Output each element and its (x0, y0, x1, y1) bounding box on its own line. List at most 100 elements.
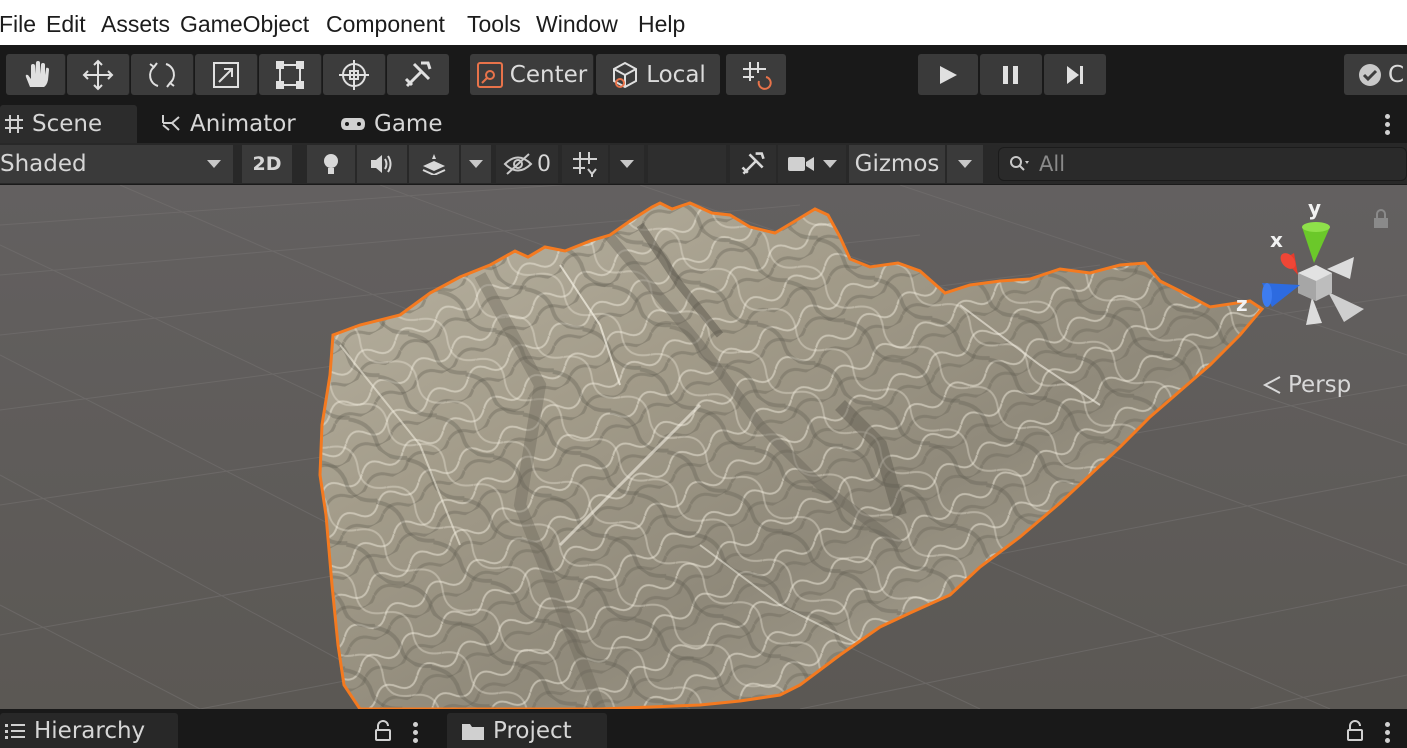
custom-tool-button[interactable] (387, 54, 449, 95)
rect-transform-icon (276, 60, 304, 89)
effects-toggle[interactable] (409, 145, 459, 183)
chevron-down-icon (958, 160, 972, 168)
list-icon (5, 723, 25, 739)
lighting-toggle[interactable] (307, 145, 355, 183)
hidden-count: 0 (537, 151, 551, 177)
camera-icon (788, 157, 814, 171)
scene-view-toolbar: Shaded 2D 0 Gizmos (0, 143, 1407, 185)
play-button[interactable] (918, 54, 978, 95)
pause-button[interactable] (980, 54, 1042, 95)
gizmo-z-label: z (1236, 292, 1248, 316)
tab-game[interactable]: Game (340, 105, 442, 143)
transform-tool-button[interactable] (323, 54, 386, 95)
menu-file[interactable]: File (0, 11, 36, 38)
effects-layers-icon (422, 154, 446, 175)
menu-bar: File Edit Assets GameObject Component To… (0, 0, 1407, 45)
menu-window[interactable]: Window (536, 11, 618, 38)
speaker-icon (371, 155, 392, 173)
rotate-tool-button[interactable] (131, 54, 194, 95)
chevron-down-icon (207, 160, 221, 168)
grid-snap-button[interactable] (726, 54, 786, 95)
step-button[interactable] (1044, 54, 1106, 95)
effects-dropdown[interactable] (461, 145, 491, 183)
two-d-label: 2D (252, 153, 282, 175)
menu-help[interactable]: Help (638, 11, 685, 38)
tools-icon (404, 61, 432, 87)
scale-tool-button[interactable] (195, 54, 258, 95)
pivot-center-icon (476, 61, 503, 88)
scene-toolbar-spacer (648, 145, 726, 183)
pause-icon (1003, 65, 1018, 84)
tab-animator[interactable]: Animator (160, 105, 296, 143)
gizmo-neg-y-cone[interactable] (1306, 297, 1322, 325)
account-button[interactable]: C (1344, 54, 1407, 95)
menu-gameobject[interactable]: GameObject (180, 11, 309, 38)
grid-toggle[interactable] (562, 145, 608, 183)
hierarchy-menu-icon[interactable] (413, 722, 419, 746)
tab-scene[interactable]: Scene (0, 105, 137, 143)
project-menu-icon[interactable] (1385, 722, 1391, 746)
scene-render (0, 185, 1407, 709)
tab-hierarchy[interactable]: Hierarchy (0, 713, 178, 748)
search-input[interactable] (1039, 152, 1369, 176)
account-initial: C (1388, 61, 1405, 88)
rect-tool-button[interactable] (259, 54, 322, 95)
audio-toggle[interactable] (357, 145, 407, 183)
main-toolbar: Center Local C (0, 45, 1407, 105)
hand-icon (25, 60, 49, 87)
lightbulb-icon (324, 154, 338, 174)
tab-project[interactable]: Project (447, 713, 607, 748)
tab-scene-label: Scene (32, 111, 103, 137)
tools-icon (741, 152, 765, 175)
play-icon (940, 65, 957, 84)
pivot-rotation-toggle[interactable]: Local (596, 54, 720, 95)
grid-icon (573, 152, 597, 177)
pivot-mode-toggle[interactable]: Center (470, 54, 594, 95)
gizmo-y-cone[interactable] (1302, 227, 1330, 263)
draw-mode-dropdown[interactable]: Shaded (0, 145, 233, 183)
chevron-left-icon (1262, 376, 1281, 394)
lock-icon[interactable] (1373, 209, 1389, 229)
component-tools-button[interactable] (730, 145, 776, 183)
hand-tool-button[interactable] (6, 54, 66, 95)
tab-game-label: Game (374, 111, 443, 137)
tab-hierarchy-label: Hierarchy (34, 717, 146, 744)
tab-project-label: Project (493, 717, 572, 744)
camera-settings-button[interactable] (778, 145, 846, 183)
hierarchy-lock-icon[interactable] (374, 720, 392, 742)
scale-icon (213, 61, 239, 88)
scene-dock-tabs: Scene Animator Game (0, 105, 1407, 143)
gizmos-label: Gizmos (854, 151, 940, 177)
step-icon (1067, 65, 1083, 84)
grid-dropdown[interactable] (610, 145, 644, 183)
hash-icon (5, 115, 23, 133)
scene-search-field[interactable] (998, 147, 1407, 181)
menu-component[interactable]: Component (326, 11, 445, 38)
projection-label: Persp (1288, 372, 1352, 398)
gizmos-toggle[interactable]: Gizmos (849, 145, 945, 183)
draw-mode-label: Shaded (0, 151, 87, 177)
gizmos-dropdown[interactable] (947, 145, 983, 183)
hidden-objects-toggle[interactable]: 0 (496, 145, 558, 183)
chevron-down-icon (620, 160, 634, 168)
rotate-icon (149, 61, 175, 88)
gizmo-neg-z-cone[interactable] (1328, 292, 1364, 322)
bottom-dock-tabs: Hierarchy Project (0, 709, 1407, 748)
orientation-gizmo[interactable]: y x z (1232, 197, 1382, 347)
folder-icon (462, 723, 484, 740)
local-cube-icon (613, 61, 638, 88)
menu-assets[interactable]: Assets (101, 11, 170, 38)
menu-edit[interactable]: Edit (46, 11, 86, 38)
menu-tools[interactable]: Tools (467, 11, 521, 38)
two-d-toggle[interactable]: 2D (242, 145, 292, 183)
scene-panel-menu-icon[interactable] (1385, 114, 1391, 138)
tab-animator-label: Animator (190, 111, 296, 137)
projection-toggle[interactable]: Persp (1262, 372, 1351, 398)
project-lock-icon[interactable] (1346, 720, 1364, 742)
pivot-mode-label: Center (509, 61, 588, 88)
transform-gizmo-icon (339, 59, 369, 90)
grid-snap-icon (743, 61, 772, 90)
gizmo-x-label: x (1270, 228, 1283, 252)
scene-viewport[interactable]: y x z Persp (0, 185, 1407, 709)
move-tool-button[interactable] (67, 54, 130, 95)
